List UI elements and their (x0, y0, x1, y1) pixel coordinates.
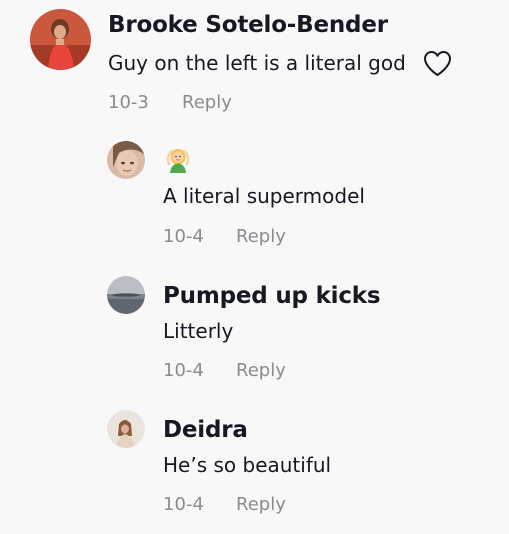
reply-date: 10-4 (163, 226, 204, 247)
reply-text: He’s so beautiful (163, 453, 332, 477)
avatar-image (107, 276, 145, 314)
avatar-image (107, 141, 145, 179)
reply-button[interactable]: Reply (236, 360, 286, 381)
avatar[interactable] (30, 9, 91, 70)
woman-gesturing-ok-emoji (164, 146, 192, 178)
comment-date: 10-3 (108, 92, 149, 113)
comment-text: Guy on the left is a literal god (108, 51, 406, 75)
avatar-image (107, 410, 145, 448)
reply-text: Litterly (163, 319, 234, 343)
reply-item: Deidra He’s so beautiful 10-4 Reply (0, 404, 509, 529)
reply-text: A literal supermodel (163, 184, 365, 208)
reply-button[interactable]: Reply (236, 226, 286, 247)
avatar-image (30, 9, 91, 70)
reply-button[interactable]: Reply (236, 494, 286, 515)
reply-date: 10-4 (163, 494, 204, 515)
comment-item: Brooke Sotelo-Bender Guy on the left is … (0, 0, 509, 130)
reply-item: Pumped up kicks Litterly 10-4 Reply (0, 270, 509, 395)
avatar[interactable] (107, 410, 145, 448)
heart-outline-icon[interactable] (423, 50, 452, 81)
avatar[interactable] (107, 141, 145, 179)
comment-author[interactable]: Brooke Sotelo-Bender (108, 12, 388, 38)
avatar[interactable] (107, 276, 145, 314)
reply-author[interactable]: Deidra (163, 417, 248, 443)
reply-author[interactable]: Pumped up kicks (163, 283, 381, 309)
reply-item: A literal supermodel 10-4 Reply (0, 135, 509, 260)
reply-button[interactable]: Reply (182, 92, 232, 113)
reply-date: 10-4 (163, 360, 204, 381)
